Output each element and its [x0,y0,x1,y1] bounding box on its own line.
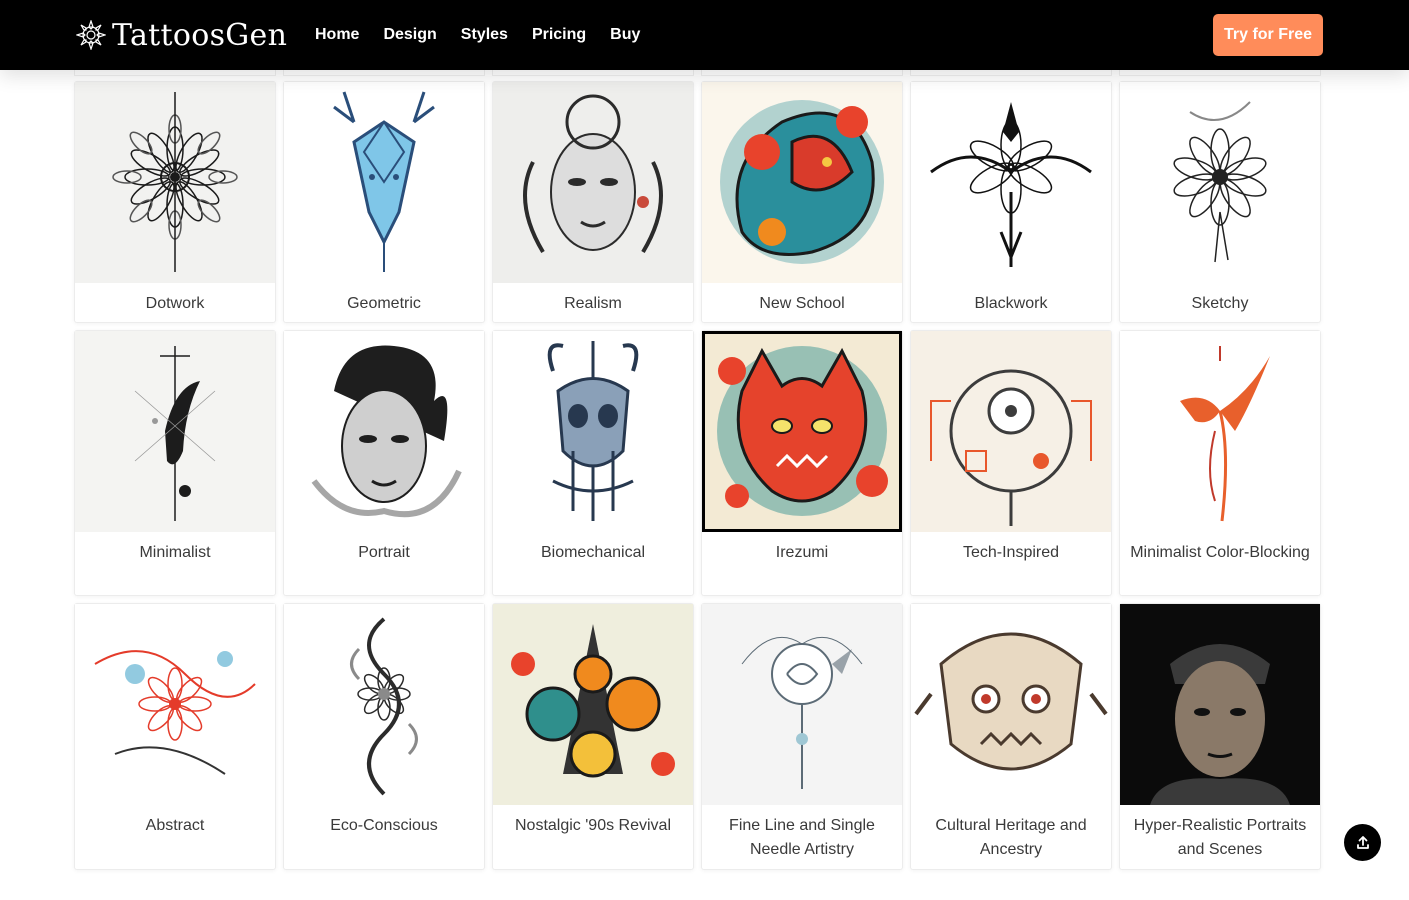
nav-link-home[interactable]: Home [315,24,359,46]
upload-arrow-icon [1356,835,1369,849]
card-edge [910,70,1112,76]
card-edge [1119,70,1321,76]
style-label: Cultural Heritage and Ancestry [935,817,1087,858]
nav-link-design[interactable]: Design [383,24,436,46]
style-thumbnail[interactable] [702,604,902,805]
style-thumbnail[interactable] [1120,82,1320,283]
tattoo-artwork-image [702,82,902,283]
top-navbar: TattoosGen Home Design Styles Pricing Bu… [0,0,1409,70]
style-card-irezumi[interactable]: Irezumi [701,330,903,596]
tattoo-artwork-image [702,604,902,805]
style-label: Minimalist Color-Blocking [1130,544,1310,561]
tattoo-artwork-image [493,604,693,805]
style-thumbnail[interactable] [493,82,693,283]
style-thumbnail[interactable] [702,82,902,283]
style-thumbnail[interactable] [284,331,484,532]
nav-link-pricing[interactable]: Pricing [532,24,586,46]
style-thumbnail[interactable] [284,82,484,283]
style-card-minimalist-color-blocking[interactable]: Minimalist Color-Blocking [1119,330,1321,596]
scroll-to-top-button[interactable] [1344,824,1381,861]
style-card-sketchy[interactable]: Sketchy [1119,81,1321,323]
tattoo-artwork-image [284,604,484,805]
style-card-fine-line-and-single-needle-artistry[interactable]: Fine Line and Single Needle Artistry [701,603,903,870]
style-thumbnail[interactable] [911,331,1111,532]
style-thumbnail[interactable] [493,331,693,532]
tattoo-artwork-image [1120,82,1320,283]
brand-link[interactable]: TattoosGen [76,17,287,53]
try-for-free-button[interactable]: Try for Free [1213,14,1323,56]
style-label: Realism [564,295,622,312]
style-card-tech-inspired[interactable]: Tech-Inspired [910,330,1112,596]
style-label: Nostalgic '90s Revival [514,817,671,834]
tattoo-artwork-image [493,331,693,532]
style-card-hyper-realistic-portraits-and-scenes[interactable]: Hyper-Realistic Portraits and Scenes [1119,603,1321,870]
style-label: Fine Line and Single Needle Artistry [729,817,875,858]
style-thumbnail[interactable] [702,331,902,532]
style-thumbnail[interactable] [1120,331,1320,532]
style-card-biomechanical[interactable]: Biomechanical [492,330,694,596]
style-card-nostalgic-90s-revival[interactable]: Nostalgic '90s Revival [492,603,694,870]
gallery-row: Abstract Eco-Conscious Nostalgic '90s Revi… [74,603,1321,870]
style-thumbnail[interactable] [911,604,1111,805]
tattoo-artwork-image [911,82,1111,283]
style-label: Eco-Conscious [330,817,438,834]
gallery-row: Minimalist Portrait Biomechanical Irezumi Te… [74,330,1321,596]
style-label: New School [759,295,845,312]
style-card-cultural-heritage-and-ancestry[interactable]: Cultural Heritage and Ancestry [910,603,1112,870]
brand-name: TattoosGen [112,17,288,53]
tattoo-artwork-image [284,82,484,283]
tattoo-artwork-image [75,82,275,283]
style-label: Hyper-Realistic Portraits and Scenes [1133,817,1307,858]
style-label: Irezumi [775,544,829,561]
mandala-logo-icon [76,20,106,50]
style-label: Tech-Inspired [962,544,1060,561]
tattoo-artwork-image [1120,331,1320,532]
tattoo-artwork-image [493,82,693,283]
tattoo-artwork-image [75,331,275,532]
style-thumbnail[interactable] [911,82,1111,283]
card-edge [283,70,485,76]
style-card-realism[interactable]: Realism [492,81,694,323]
style-label: Portrait [358,544,410,561]
card-edge [74,70,276,76]
style-card-geometric[interactable]: Geometric [283,81,485,323]
style-label: Dotwork [145,295,205,312]
tattoo-artwork-image [911,331,1111,532]
style-label: Biomechanical [540,544,646,561]
style-card-dotwork[interactable]: Dotwork [74,81,276,323]
style-card-eco-conscious[interactable]: Eco-Conscious [283,603,485,870]
style-card-abstract[interactable]: Abstract [74,603,276,870]
style-thumbnail[interactable] [75,82,275,283]
style-label: Sketchy [1191,295,1249,312]
card-edge [492,70,694,76]
tattoo-artwork-image [284,331,484,532]
style-card-portrait[interactable]: Portrait [283,330,485,596]
tattoo-artwork-image [75,604,275,805]
style-card-minimalist[interactable]: Minimalist [74,330,276,596]
nav-link-styles[interactable]: Styles [461,24,508,46]
gallery-row: Dotwork Geometric Realism New School Blackwo… [74,81,1321,323]
style-card-blackwork[interactable]: Blackwork [910,81,1112,323]
style-label: Blackwork [974,295,1048,312]
style-label: Abstract [145,817,205,834]
main-nav: Home Design Styles Pricing Buy [315,24,664,46]
style-thumbnail[interactable] [75,604,275,805]
style-card-new-school[interactable]: New School [701,81,903,323]
style-thumbnail[interactable] [493,604,693,805]
nav-link-buy[interactable]: Buy [610,24,640,46]
style-label: Minimalist [139,544,211,561]
style-thumbnail[interactable] [75,331,275,532]
style-thumbnail[interactable] [284,604,484,805]
card-edge [701,70,903,76]
style-thumbnail[interactable] [1120,604,1320,805]
tattoo-artwork-image [911,604,1111,805]
tattoo-artwork-image [702,331,902,532]
style-label: Geometric [347,295,421,312]
tattoo-artwork-image [1120,604,1320,805]
